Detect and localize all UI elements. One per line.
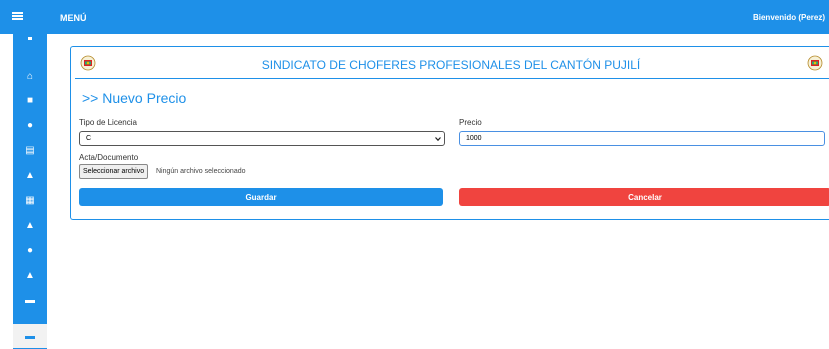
document-label: Acta/Documento — [79, 153, 139, 162]
sidebar: ⌂ ■ ● ▤ ▲ ▦ ▲ ● ▲ ▬ ▬ — [13, 34, 47, 349]
choose-file-button[interactable]: Seleccionar archivo — [79, 164, 149, 179]
price-input[interactable]: 1000 — [459, 131, 825, 146]
header-divider — [75, 78, 829, 79]
id-card-icon: ▤ — [25, 144, 35, 156]
sidebar-item-user-badge[interactable]: ▲ — [13, 163, 47, 187]
home-icon: ⌂ — [26, 70, 34, 82]
cancel-button[interactable]: Cancelar — [459, 188, 829, 206]
sidebar-item-money[interactable]: ▬ — [13, 288, 47, 312]
menu-label[interactable]: MENÚ — [60, 13, 87, 23]
money-icon: ▬ — [25, 294, 35, 306]
sidebar-item-id-card[interactable]: ▤ — [13, 138, 47, 162]
license-type-select[interactable]: C — [79, 131, 445, 146]
union-title: SINDICATO DE CHOFERES PROFESIONALES DEL … — [261, 58, 641, 72]
clock-icon: ● — [26, 244, 34, 256]
top-bar: MENÚ Bienvenido (Perez) — [0, 0, 829, 34]
union-logo-right — [807, 55, 823, 71]
menu-icon[interactable] — [12, 12, 23, 20]
license-type-label: Tipo de Licencia — [79, 118, 137, 127]
user-tie-icon: ▲ — [25, 219, 35, 231]
welcome-user[interactable]: Bienvenido (Perez) — [753, 13, 825, 22]
documents-icon: ▦ — [25, 194, 35, 206]
user-icon: ● — [26, 119, 34, 131]
form-panel: SINDICATO DE CHOFERES PROFESIONALES DEL … — [70, 46, 829, 220]
card-icon: ▬ — [25, 330, 35, 342]
sidebar-caret — [28, 37, 32, 40]
sidebar-item-documents[interactable]: ▦ — [13, 188, 47, 212]
users-icon: ▲ — [25, 269, 35, 281]
price-value: 1000 — [466, 135, 482, 142]
user-badge-icon: ▲ — [25, 169, 35, 181]
page-title: >> Nuevo Precio — [82, 90, 187, 106]
sidebar-item-folder[interactable]: ■ — [13, 88, 47, 112]
folder-icon: ■ — [26, 94, 34, 106]
save-button[interactable]: Guardar — [79, 188, 443, 206]
sidebar-item-users[interactable]: ▲ — [13, 263, 47, 287]
sidebar-item-home[interactable]: ⌂ — [13, 64, 47, 88]
sidebar-item-card[interactable]: ▬ — [13, 324, 47, 348]
sidebar-item-clock[interactable]: ● — [13, 238, 47, 262]
file-status: Ningún archivo seleccionado — [156, 168, 246, 175]
chevron-down-icon — [435, 137, 441, 142]
sidebar-item-user-tie[interactable]: ▲ — [13, 213, 47, 237]
price-label: Precio — [459, 118, 482, 127]
sidebar-item-user[interactable]: ● — [13, 113, 47, 137]
license-type-value: C — [86, 135, 92, 142]
